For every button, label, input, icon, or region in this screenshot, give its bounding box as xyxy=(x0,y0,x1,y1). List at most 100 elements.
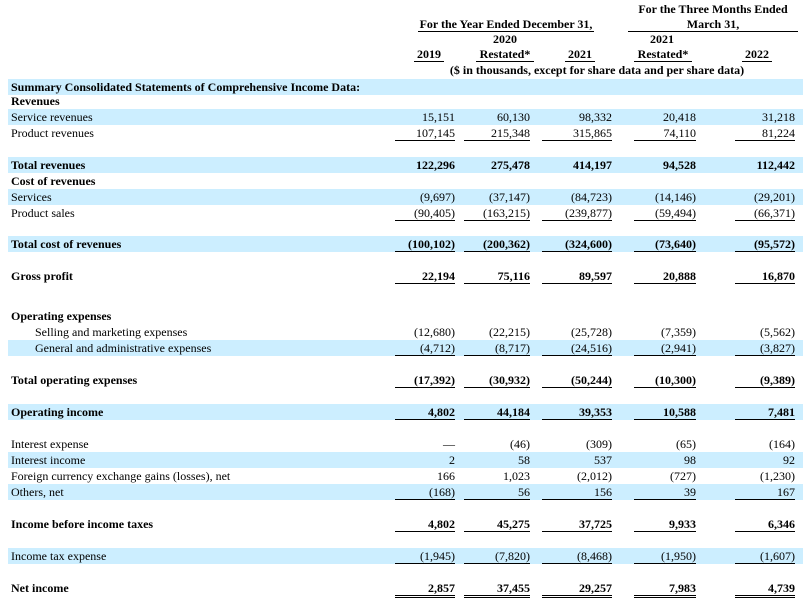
table-row: Interest income 2 58 537 98 92 xyxy=(8,452,803,468)
row-label: Operating expenses xyxy=(11,309,112,323)
value-cell: (164) xyxy=(769,437,795,451)
value-cell: 60,130 xyxy=(497,110,530,124)
value-cell: 98 xyxy=(684,453,696,467)
value-cell: (9,697) xyxy=(420,190,455,204)
row-label: Total cost of revenues xyxy=(11,237,122,251)
table-row: Services (9,697) (37,147) (84,723) (14,146) (… xyxy=(8,189,803,205)
row-label: Interest income xyxy=(11,453,86,467)
row-label: Total operating expenses xyxy=(11,373,138,387)
value-cell: 39 xyxy=(634,485,696,500)
value-cell: (168) xyxy=(395,485,455,500)
value-cell: (10,300) xyxy=(634,373,696,388)
table-row: Net income 2,857 37,455 29,257 7,983 4,739 xyxy=(8,580,803,598)
value-cell: 537 xyxy=(594,453,612,467)
value-cell: 215,348 xyxy=(464,126,530,141)
value-cell: 58 xyxy=(518,453,530,467)
value-cell: 81,224 xyxy=(735,126,795,141)
value-cell: 10,588 xyxy=(634,405,696,420)
year-group-header: For the Year Ended December 31, xyxy=(418,17,594,32)
value-cell: (100,102) xyxy=(395,237,455,252)
value-cell: 107,145 xyxy=(395,126,455,141)
value-cell: 44,184 xyxy=(464,405,530,420)
value-cell: (8,468) xyxy=(542,549,612,564)
value-cell: (239,877) xyxy=(542,206,612,221)
row-label: Services xyxy=(11,190,52,204)
column-header-2021-restated: Restated* xyxy=(634,47,692,62)
value-cell: (46) xyxy=(510,437,530,451)
value-cell: 56 xyxy=(464,485,530,500)
value-cell: (7,359) xyxy=(661,325,696,339)
value-cell: (66,371) xyxy=(735,206,795,221)
column-2021-q-year: 2021 xyxy=(650,32,674,46)
value-cell: (37,147) xyxy=(489,190,530,204)
value-cell: 74,110 xyxy=(634,126,696,141)
table-row: Gross profit 22,194 75,116 89,597 20,888 16,8… xyxy=(8,268,803,284)
column-header-2022: 2022 xyxy=(742,47,772,62)
row-label: General and administrative expenses xyxy=(35,341,212,355)
value-cell: (5,562) xyxy=(760,325,795,339)
value-cell: 4,802 xyxy=(395,517,455,532)
table-row: Selling and marketing expenses (12,680) (2… xyxy=(8,324,803,340)
value-cell: 414,197 xyxy=(573,158,612,172)
value-cell: 92 xyxy=(783,453,795,467)
value-cell: 122,296 xyxy=(416,158,455,172)
table-row: Others, net (168) 56 156 39 167 xyxy=(8,484,803,500)
value-cell: (50,244) xyxy=(542,373,612,388)
value-cell: 31,218 xyxy=(762,110,795,124)
value-cell: (17,392) xyxy=(395,373,455,388)
quarter-group-header-line2: March 31, xyxy=(628,17,798,32)
value-cell: (65) xyxy=(676,437,696,451)
table-row: Total operating expenses (17,392) (30,932)… xyxy=(8,372,803,388)
value-cell: (163,215) xyxy=(464,206,530,221)
section-title: Summary Consolidated Statements of Compr… xyxy=(11,80,361,94)
row-label: Foreign currency exchange gains (losses)… xyxy=(11,469,231,483)
value-cell: (12,680) xyxy=(414,325,455,339)
value-cell: (309) xyxy=(586,437,612,451)
value-cell: 39,353 xyxy=(542,405,612,420)
table-row: Product sales (90,405) (163,215) (239,877) (… xyxy=(8,205,803,221)
table-row: Revenues xyxy=(8,93,803,109)
row-label: Product revenues xyxy=(11,126,94,140)
table-row: Interest expense — (46) (309) (65) (164) xyxy=(8,436,803,452)
value-cell: (25,728) xyxy=(571,325,612,339)
value-cell: (200,362) xyxy=(464,237,530,252)
table-row: Operating income 4,802 44,184 39,353 10,588 7… xyxy=(8,404,803,420)
value-cell: 98,332 xyxy=(579,110,612,124)
value-cell: 4,802 xyxy=(395,405,455,420)
table-row: Foreign currency exchange gains (losses)… xyxy=(8,468,803,484)
value-cell: 6,346 xyxy=(735,517,795,532)
row-label: Others, net xyxy=(11,485,64,499)
table-row: Income before income taxes 4,802 45,275 37,… xyxy=(8,516,803,532)
value-cell: 16,870 xyxy=(735,269,795,284)
row-label: Gross profit xyxy=(11,269,73,283)
value-cell: 9,933 xyxy=(634,517,696,532)
value-cell: 4,739 xyxy=(735,581,795,598)
value-cell: 156 xyxy=(542,485,612,500)
value-cell: (9,389) xyxy=(735,373,795,388)
table-row: Product revenues 107,145 215,348 315,865 74,… xyxy=(8,125,803,141)
value-cell: (1,230) xyxy=(760,469,795,483)
table-row: Total cost of revenues (100,102) (200,362)… xyxy=(8,236,803,252)
value-cell: (84,723) xyxy=(571,190,612,204)
value-cell: 167 xyxy=(735,485,795,500)
value-cell: 112,442 xyxy=(756,158,795,172)
value-cell: 315,865 xyxy=(542,126,612,141)
value-cell: 275,478 xyxy=(491,158,530,172)
value-cell: 29,257 xyxy=(542,581,612,598)
table-row: Income tax expense (1,945) (7,820) (8,468) (… xyxy=(8,548,803,564)
value-cell: 22,194 xyxy=(395,269,455,284)
table-row: Operating expenses xyxy=(8,308,803,324)
value-cell: (24,516) xyxy=(542,341,612,356)
value-cell: (1,945) xyxy=(395,549,455,564)
value-cell: 45,275 xyxy=(464,517,530,532)
row-label: Selling and marketing expenses xyxy=(35,325,188,339)
table-row: Cost of revenues xyxy=(8,173,803,189)
row-label: Revenues xyxy=(11,94,60,108)
value-cell: (95,572) xyxy=(735,237,795,252)
value-cell: 7,481 xyxy=(735,405,795,420)
value-cell: 20,418 xyxy=(663,110,696,124)
value-cell: (29,201) xyxy=(754,190,795,204)
value-cell: (3,827) xyxy=(735,341,795,356)
value-cell: (8,717) xyxy=(464,341,530,356)
value-cell: (2,941) xyxy=(634,341,696,356)
